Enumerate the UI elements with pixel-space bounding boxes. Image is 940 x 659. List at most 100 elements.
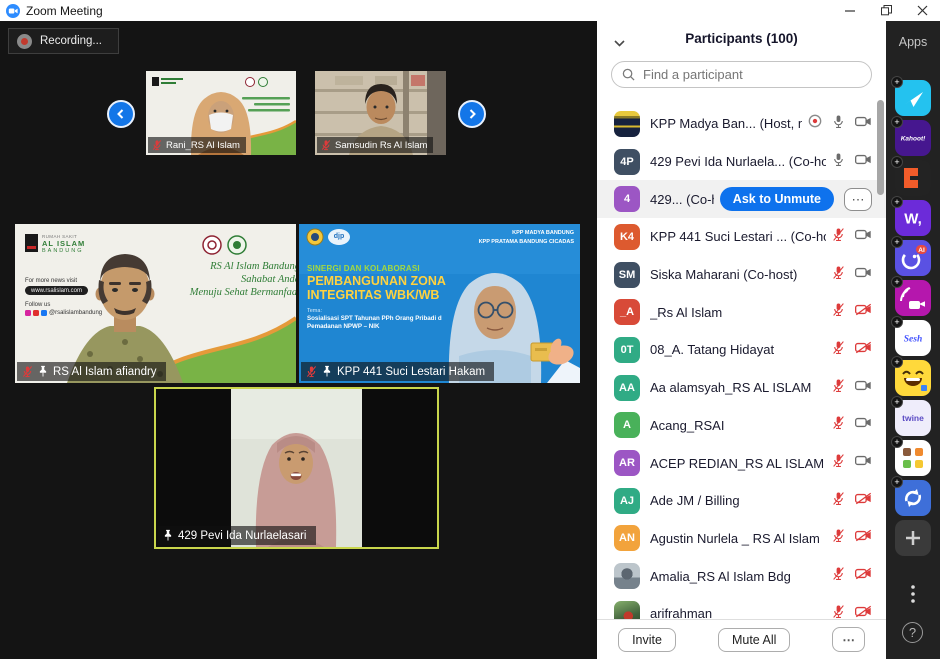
banner-text: BANDUNG [42, 248, 84, 254]
ask-to-unmute-button[interactable]: Ask to Unmute [720, 187, 834, 211]
gallery-next-button[interactable] [458, 100, 486, 128]
video-feed-pevi-active[interactable]: 429 Pevi Ida Nurlaelasari [154, 387, 439, 549]
sesh-app-icon[interactable]: Sesh+ [895, 320, 931, 356]
participant-name-label: KPP 441 Suci Lestari Hakam [301, 362, 494, 381]
banner-text: For more news visit [25, 278, 77, 284]
camera-off-icon [855, 492, 872, 505]
emoji-app-icon[interactable]: + [895, 360, 931, 396]
participant-avatar [614, 563, 640, 589]
participant-row[interactable]: Amalia_RS Al Islam Bdg [597, 557, 886, 595]
invite-button[interactable]: Invite [618, 628, 676, 652]
mic-muted-icon [832, 528, 845, 543]
participant-name: Acang_RSAI [650, 418, 826, 433]
banner-social-row: @rsalislambandung [25, 310, 102, 316]
participant-row[interactable]: SMSiska Maharani (Co-host) [597, 256, 886, 294]
zoom-app-icon [6, 4, 20, 18]
participant-row[interactable]: K4 KPP 441 Suci Lestari ... (Co-host) [597, 218, 886, 256]
close-button[interactable] [904, 0, 940, 21]
participant-name-label: 429 Pevi Ida Nurlaelasari [158, 526, 316, 545]
restore-button[interactable] [868, 0, 904, 21]
search-input[interactable] [641, 66, 861, 83]
kahoot-app-icon[interactable]: Kahoot!+ [895, 120, 931, 156]
camera-on-icon [855, 115, 872, 128]
participant-avatar: AR [614, 450, 640, 476]
participant-avatar: AJ [614, 488, 640, 514]
participant-name: ACEP REDIAN_RS AL ISLAM [650, 456, 826, 471]
video-thumbnail-rani[interactable]: Rani_RS Al Islam [146, 71, 296, 155]
participant-more-button[interactable]: ⋯ [844, 188, 872, 211]
vertical-dots-icon [911, 585, 915, 603]
camera-off-icon [855, 529, 872, 542]
camera-off-icon [855, 341, 872, 354]
add-badge-icon: + [891, 236, 903, 248]
pin-icon [38, 365, 48, 378]
scrollbar-thumb[interactable] [877, 100, 884, 195]
read-ai-app-icon[interactable]: AI+ [895, 240, 931, 276]
participant-row[interactable]: 4429... (Co-host)Ask to Unmute⋯ [597, 180, 886, 218]
gallery-prev-button[interactable] [107, 100, 135, 128]
camera-on-icon [855, 153, 872, 166]
participant-name-label: Rani_RS Al Islam [148, 137, 246, 153]
svg-text:Kahoot!: Kahoot! [901, 135, 926, 142]
participants-header: Participants (100) [597, 21, 886, 55]
participant-row[interactable]: 4P429 Pevi Ida Nurlaela... (Co-host) [597, 143, 886, 181]
window-title: Zoom Meeting [26, 4, 103, 18]
video-feed-illustration [156, 389, 437, 547]
mic-muted-icon [22, 365, 33, 378]
add-badge-icon: + [891, 156, 903, 168]
participant-row[interactable]: arifrahman [597, 595, 886, 619]
add-badge-icon: + [891, 356, 903, 368]
camera-on-icon [855, 416, 872, 429]
mic-muted-icon [832, 378, 845, 393]
participant-row[interactable]: ANAgustin Nurlela _ RS Al Islam [597, 520, 886, 558]
camera-on-icon [855, 454, 872, 467]
recording-indicator[interactable]: Recording... [8, 28, 119, 54]
video-feed-afiandry[interactable]: RUMAH SAKIT AL ISLAM BANDUNG For more ne… [15, 224, 296, 383]
participant-avatar: K4 [614, 224, 640, 250]
participant-row[interactable]: _A_Rs Al Islam [597, 293, 886, 331]
add-app-button[interactable] [895, 520, 931, 556]
orange-c-app-icon[interactable]: + [895, 160, 931, 196]
mic-muted-icon [152, 139, 162, 151]
wooclap-app-icon[interactable]: W,+ [895, 200, 931, 236]
camera-off-icon [855, 303, 872, 316]
participant-row[interactable]: AAAa alamsyah_RS AL ISLAM [597, 369, 886, 407]
participant-row[interactable]: KPP Madya Ban... (Host, me) [597, 105, 886, 143]
participant-row[interactable]: AAcang_RSAI [597, 407, 886, 445]
add-badge-icon: + [891, 196, 903, 208]
banner-text: AL ISLAM [42, 239, 85, 248]
mic-muted-icon [832, 265, 845, 280]
minimize-button[interactable] [832, 0, 868, 21]
participant-name: KPP 441 Suci Lestari ... (Co-host) [650, 229, 826, 244]
sync-app-icon[interactable]: + [895, 480, 931, 516]
participant-avatar: 4P [614, 149, 640, 175]
mute-all-button[interactable]: Mute All [718, 628, 790, 652]
help-button[interactable]: ? [902, 622, 923, 643]
collapse-panel-button[interactable] [612, 32, 627, 54]
participant-avatar: AN [614, 525, 640, 551]
participant-name: _Rs Al Islam [650, 305, 826, 320]
warmly-app-icon[interactable]: + [895, 280, 931, 316]
participant-search [611, 61, 872, 88]
participant-row[interactable]: AJAde JM / Billing [597, 482, 886, 520]
video-feed-kpp441[interactable]: djp KPP MADYA BANDUNG KPP PRATAMA BANDUN… [299, 224, 580, 383]
funtivity-app-icon[interactable]: + [895, 80, 931, 116]
search-icon [622, 68, 635, 81]
participant-row[interactable]: AR ACEP REDIAN_RS AL ISLAM [597, 444, 886, 482]
twine-app-icon[interactable]: twine+ [895, 400, 931, 436]
mic-muted-icon [832, 604, 845, 619]
add-badge-icon: + [891, 436, 903, 448]
recording-label: Recording... [40, 35, 102, 47]
participant-name: 429... (Co-host) [650, 192, 714, 207]
video-thumbnail-samsudin[interactable]: Samsudin Rs Al Islam [315, 71, 446, 155]
add-badge-icon: + [891, 396, 903, 408]
apps-label: Apps [886, 35, 940, 49]
palette-app-icon[interactable]: + [895, 440, 931, 476]
participants-more-button[interactable]: ⋯ [832, 627, 865, 652]
mic-muted-icon [832, 302, 845, 317]
banner-text: Follow us [25, 302, 50, 308]
apps-more-button[interactable] [886, 585, 940, 603]
participant-name-label: RS Al Islam afiandry [17, 362, 166, 381]
participant-row[interactable]: 0T08_A. Tatang Hidayat [597, 331, 886, 369]
add-badge-icon: + [891, 276, 903, 288]
